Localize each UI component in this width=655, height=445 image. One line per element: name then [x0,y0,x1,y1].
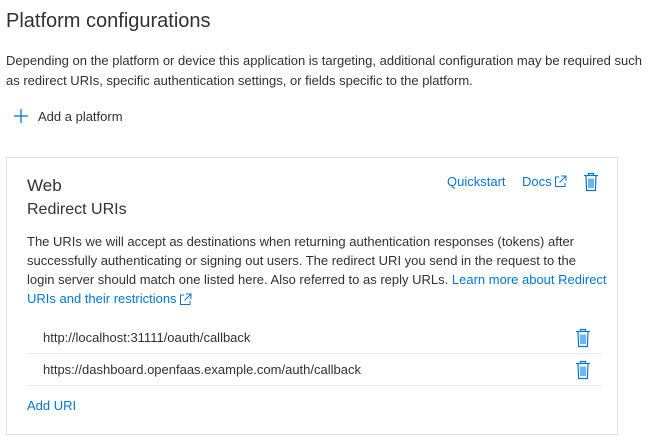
add-uri-link[interactable]: Add URI [27,398,76,413]
delete-platform-trash-icon[interactable] [583,172,599,192]
add-platform-label: Add a platform [38,108,123,124]
add-platform-button[interactable]: Add a platform [12,105,123,127]
external-link-icon [179,293,192,306]
docs-link[interactable]: Docs [522,174,567,189]
redirect-uri-value[interactable]: http://localhost:31111/oauth/callback [43,330,250,345]
plus-icon [14,109,28,123]
quickstart-link[interactable]: Quickstart [447,174,506,189]
platform-title: Web [27,176,62,195]
redirect-uri-row: https://dashboard.openfaas.example.com/a… [27,354,601,386]
redirect-uri-row: http://localhost:31111/oauth/callback [27,322,601,354]
delete-uri-trash-icon[interactable] [575,360,591,380]
redirect-uris-heading: Redirect URIs [27,201,127,218]
docs-link-label: Docs [522,174,552,189]
redirect-uris-description: The URIs we will accept as destinations … [27,232,607,308]
external-link-icon [554,175,567,187]
redirect-uri-list: http://localhost:31111/oauth/callback ht… [27,322,601,386]
page-description: Depending on the platform or device this… [6,53,642,88]
page-title: Platform configurations [6,10,211,32]
delete-uri-trash-icon[interactable] [575,328,591,348]
redirect-uri-value[interactable]: https://dashboard.openfaas.example.com/a… [43,362,361,377]
web-platform-card: Web Redirect URIs Quickstart Docs The UR… [6,157,618,435]
